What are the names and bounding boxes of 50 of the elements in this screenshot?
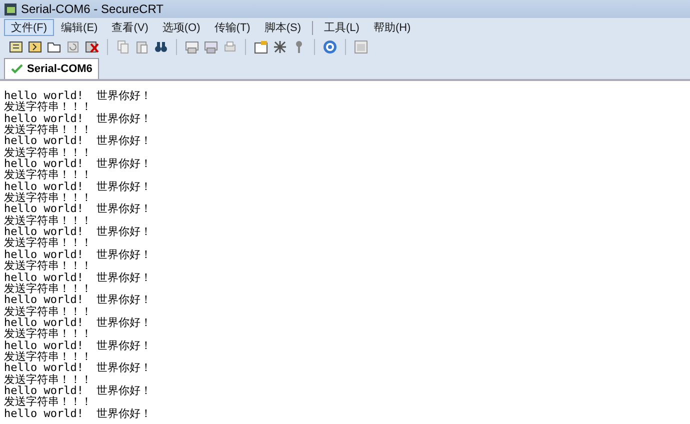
terminal-line: 发送字符串！！！ — [4, 101, 92, 113]
terminal-line: hello world! 世界你好！ — [4, 112, 152, 124]
properties-icon[interactable] — [253, 39, 269, 55]
terminal-line: hello world! 世界你好！ — [4, 135, 152, 147]
window-title: Serial-COM6 - SecureCRT — [21, 1, 164, 18]
terminal-line: 发送字符串！！！ — [4, 374, 92, 385]
terminal-line: hello world! 世界你好！ — [4, 408, 152, 419]
binoculars-icon[interactable] — [153, 39, 169, 55]
connect-icon[interactable] — [8, 39, 24, 55]
print-icon[interactable] — [184, 39, 200, 55]
terminal-line: hello world! 世界你好！ — [4, 384, 152, 396]
disconnect-icon[interactable] — [84, 39, 100, 55]
terminal-line: hello world! 世界你好！ — [4, 180, 152, 192]
menu-item[interactable]: 编辑(E) — [54, 19, 105, 36]
app-icon — [4, 2, 17, 16]
terminal-line: 发送字符串！！！ — [4, 396, 92, 408]
menu-item[interactable]: 脚本(S) — [257, 19, 308, 36]
help-icon[interactable] — [322, 39, 338, 55]
session-tab[interactable]: Serial-COM6 — [4, 58, 100, 79]
menu-item[interactable]: 查看(V) — [104, 19, 156, 36]
terminal-line: hello world! 世界你好！ — [4, 90, 152, 102]
terminal-line: 发送字符串！！！ — [4, 260, 92, 272]
terminal-line: 发送字符串！！！ — [4, 214, 92, 226]
terminal-line: hello world! 世界你好！ — [4, 203, 152, 215]
menu-item[interactable]: 帮助(H) — [366, 19, 418, 36]
terminal-line: 发送字符串！！！ — [4, 124, 92, 136]
terminal-line: hello world! 世界你好！ — [4, 316, 152, 328]
terminal-line: hello world! 世界你好！ — [4, 226, 152, 238]
terminal-line: 发送字符串！！！ — [4, 169, 92, 181]
terminal-line: 发送字符串！！！ — [4, 306, 92, 317]
print-selection-icon[interactable] — [203, 39, 219, 55]
terminal-line: hello world! 世界你好！ — [4, 272, 152, 283]
menu-item[interactable]: 选项(O) — [155, 19, 208, 36]
terminal-line: 发送字符串！！！ — [4, 192, 92, 204]
menu-item[interactable]: 传输(T) — [207, 19, 258, 36]
menu-item[interactable]: 工具(L) — [317, 19, 366, 36]
terminal-line: 发送字符串！！！ — [4, 146, 92, 158]
terminal-line: 发送字符串！！！ — [4, 350, 92, 362]
terminal-line: 发送字符串！！！ — [4, 328, 92, 340]
window-icon[interactable] — [353, 39, 369, 55]
menu-item[interactable]: 文件(F) — [4, 19, 54, 36]
terminal-line: hello world! 世界你好！ — [4, 362, 152, 374]
terminal-line: hello world! 世界你好！ — [4, 294, 152, 306]
terminal-line: hello world! 世界你好！ — [4, 248, 152, 260]
terminal-line: 发送字符串！！！ — [4, 282, 92, 294]
checkmark-icon — [11, 64, 23, 74]
terminal-line: hello world! 世界你好！ — [4, 340, 152, 351]
quick-connect-icon[interactable] — [27, 39, 43, 55]
terminal-line: hello world! 世界你好！ — [4, 158, 152, 170]
terminal-line: 发送字符串！！！ — [4, 237, 92, 249]
